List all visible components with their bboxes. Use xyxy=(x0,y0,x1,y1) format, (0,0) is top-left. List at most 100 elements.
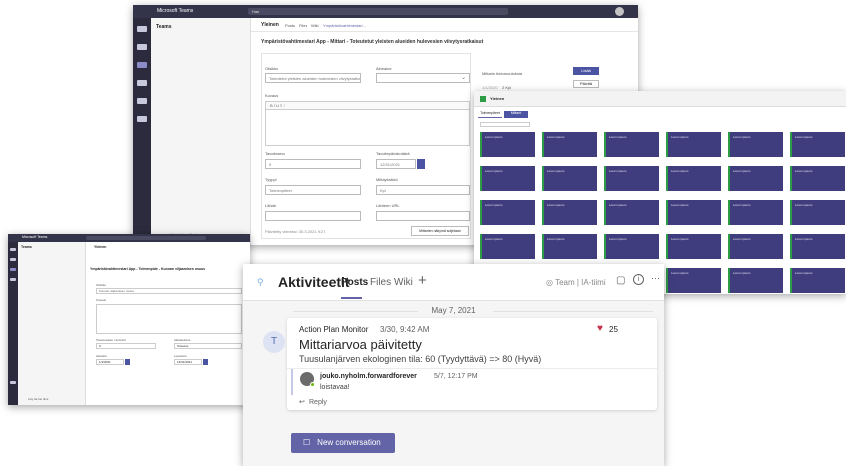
action-card[interactable]: Lorem ipsum xyxy=(666,234,721,259)
action-card[interactable]: Lorem ipsum xyxy=(666,166,721,191)
filter-input[interactable] xyxy=(480,122,530,127)
calendar-icon[interactable] xyxy=(417,159,425,169)
team-label: Team xyxy=(555,278,575,287)
cancel-button[interactable]: Mittarien näkymä suljetaan xyxy=(411,226,469,236)
avatar[interactable]: T xyxy=(263,331,285,353)
calendar-icon[interactable] xyxy=(203,359,208,365)
tab-posts[interactable]: Posts xyxy=(341,277,368,288)
team-pill[interactable]: ◎ Team | IA-tiimi xyxy=(541,276,611,290)
action-card[interactable]: Lorem ipsum xyxy=(666,268,721,293)
action-card[interactable]: Lorem ipsum xyxy=(480,166,535,191)
search-placeholder: Hae xyxy=(252,9,260,14)
post-author[interactable]: Action Plan Monitor xyxy=(299,325,368,334)
tab-app[interactable]: Ympäristövahtimestari... xyxy=(323,23,366,28)
action-card[interactable]: Lorem ipsum xyxy=(604,200,659,225)
chat-icon[interactable] xyxy=(10,258,16,261)
action-card[interactable]: Lorem ipsum xyxy=(480,200,535,225)
new-conversation-button[interactable]: ☐ New conversation xyxy=(291,433,395,453)
select-d[interactable]: Toteutus xyxy=(174,343,242,349)
tab-toimenpiteet[interactable]: Toimenpiteet xyxy=(478,111,502,118)
action-card[interactable]: Lorem ipsum xyxy=(542,166,597,191)
tavoitepaiva-field[interactable]: 12/31/2021 xyxy=(376,159,416,169)
action-card[interactable]: Lorem ipsum xyxy=(666,200,721,225)
tab-wiki[interactable]: Wiki xyxy=(394,277,413,288)
tab-files[interactable]: Files xyxy=(299,23,307,28)
team-hint[interactable]: Liity tai luo tiimi xyxy=(28,397,48,401)
lahteen-url-field[interactable] xyxy=(376,211,470,221)
channel-title: Aktiviteetit xyxy=(278,274,350,290)
team-avatar xyxy=(480,96,486,102)
tab-wiki[interactable]: Wiki xyxy=(311,23,319,28)
editor-b[interactable] xyxy=(96,304,242,334)
calls-icon[interactable] xyxy=(136,98,148,104)
info-icon[interactable]: i xyxy=(633,274,644,285)
reply-author[interactable]: jouko.nyholm.forwardforever xyxy=(320,373,417,380)
aihealue-select[interactable]: ⌄ xyxy=(376,73,470,83)
otsikko-field[interactable]: Toteutetut yleisten alueiden hulevesien … xyxy=(265,73,361,83)
add-button[interactable]: Lisää xyxy=(573,67,599,75)
lahde-field[interactable] xyxy=(265,211,361,221)
action-card[interactable]: Lorem ipsum xyxy=(666,132,721,157)
mittayksikko-select[interactable]: Kpl xyxy=(376,185,470,195)
action-card[interactable]: Lorem ipsum xyxy=(728,132,783,157)
tab-mittarit[interactable]: Mittarit xyxy=(504,111,528,118)
history-date: 1/1/2020 xyxy=(482,85,498,90)
app-title: Microsoft Teams xyxy=(157,8,194,14)
files-icon[interactable] xyxy=(136,116,148,122)
card-title: Lorem ipsum xyxy=(795,203,813,207)
action-card[interactable]: Lorem ipsum xyxy=(728,200,783,225)
search-input[interactable] xyxy=(86,236,206,240)
action-card[interactable]: Lorem ipsum xyxy=(604,132,659,157)
action-card[interactable]: Lorem ipsum xyxy=(728,166,783,191)
label-b: Kuvaus xyxy=(96,298,107,302)
teams-icon[interactable] xyxy=(136,62,148,68)
action-card[interactable]: Lorem ipsum xyxy=(790,132,845,157)
label-mittayksikko: Mittayksikkö xyxy=(376,177,398,182)
chat-icon[interactable] xyxy=(136,44,148,50)
action-card[interactable]: Lorem ipsum xyxy=(790,166,845,191)
action-card[interactable]: Lorem ipsum xyxy=(790,268,845,293)
action-card[interactable]: Lorem ipsum xyxy=(542,132,597,157)
action-card[interactable]: Lorem ipsum xyxy=(542,234,597,259)
kuvaus-editor[interactable] xyxy=(265,110,470,146)
tavoitearvo-field[interactable]: 0 xyxy=(265,159,361,169)
action-card[interactable]: Lorem ipsum xyxy=(790,234,845,259)
chevron-down-icon: ⌄ xyxy=(460,75,466,81)
action-card[interactable]: Lorem ipsum xyxy=(542,200,597,225)
field-f[interactable]: 12/31/2021 xyxy=(174,359,202,365)
field-a[interactable]: Kunnan viljaamisen osuus xyxy=(96,288,242,294)
post-time: 3/30, 9:42 AM xyxy=(380,325,430,334)
action-card[interactable]: Lorem ipsum xyxy=(480,234,535,259)
search-input[interactable]: Hae xyxy=(248,8,508,15)
tab-files[interactable]: Files xyxy=(370,277,391,288)
tyyppi-select[interactable]: Toimenpiteet xyxy=(265,185,361,195)
add-tab-icon[interactable]: + xyxy=(418,272,427,289)
apps-icon[interactable] xyxy=(10,381,16,384)
action-card[interactable]: Lorem ipsum xyxy=(480,132,535,157)
update-button[interactable]: Päivitä xyxy=(573,80,599,88)
calendar-icon[interactable] xyxy=(125,359,130,365)
meet-icon[interactable]: ▢ xyxy=(616,275,625,286)
teams-icon[interactable] xyxy=(10,268,16,271)
heart-icon[interactable]: ♥ xyxy=(597,323,603,334)
tab-posts[interactable]: Posts xyxy=(285,23,295,28)
action-card[interactable]: Lorem ipsum xyxy=(790,200,845,225)
user-avatar[interactable] xyxy=(615,7,624,16)
card-title: Lorem ipsum xyxy=(795,237,813,241)
field-c[interactable]: 0 xyxy=(96,343,156,349)
action-card[interactable]: Lorem ipsum xyxy=(728,234,783,259)
action-card[interactable]: Lorem ipsum xyxy=(604,166,659,191)
kuvaus-toolbar[interactable]: B I U ≡ ⁝ xyxy=(265,101,470,110)
action-card[interactable]: Lorem ipsum xyxy=(604,234,659,259)
label-c: Toteutusaste / arviointi xyxy=(96,338,126,342)
field-e[interactable]: 1/1/2021 xyxy=(96,359,124,365)
activity-icon[interactable] xyxy=(136,26,148,32)
more-options-icon[interactable]: ⋯ xyxy=(651,273,660,284)
reply-link[interactable]: Reply xyxy=(309,399,327,406)
activity-icon[interactable] xyxy=(10,248,16,251)
action-card[interactable]: Lorem ipsum xyxy=(728,268,783,293)
calendar-icon[interactable] xyxy=(136,80,148,86)
card-title: Lorem ipsum xyxy=(485,135,503,139)
calendar-icon[interactable] xyxy=(10,278,16,281)
panel-title: Teams xyxy=(156,24,172,30)
